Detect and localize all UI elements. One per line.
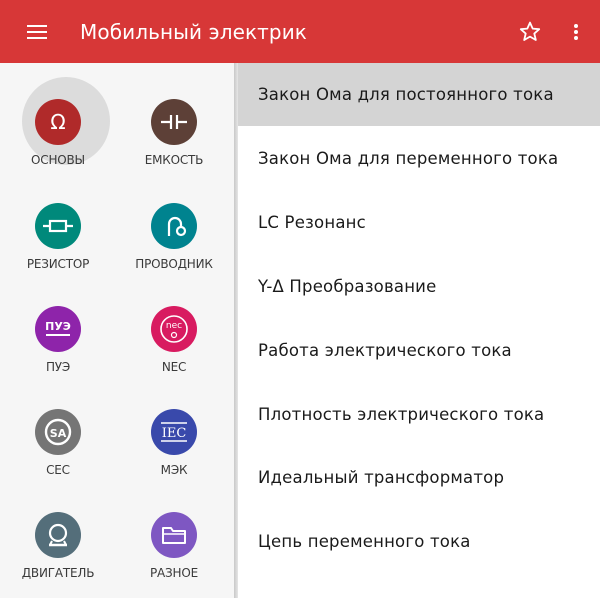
category-label: ЕМКОСТЬ (144, 153, 204, 167)
topic-item[interactable]: Y-Δ Преобразование (238, 255, 600, 318)
category-dvigatel[interactable]: ДВИГАТЕЛЬ (8, 486, 108, 586)
category-pue[interactable]: ПУЭ ПУЭ (8, 280, 108, 380)
conductor-icon (151, 203, 197, 249)
topic-item[interactable]: Работа электрического тока (238, 319, 600, 382)
category-label: ОСНОВЫ (31, 153, 85, 167)
topic-item[interactable]: Закон Ома для постоянного тока (238, 63, 600, 126)
category-label: РЕЗИСТОР (26, 257, 90, 271)
category-label: МЭК (160, 463, 188, 477)
category-label: РАЗНОЕ (150, 566, 198, 580)
category-label: NEC (161, 360, 187, 374)
app-bar: Мобильный электрик (0, 0, 600, 63)
capacitor-icon (151, 99, 197, 145)
category-cec[interactable]: SA CEC (8, 383, 108, 483)
category-mek[interactable]: IEC МЭК (124, 383, 224, 483)
iec-icon: IEC (151, 409, 197, 455)
topic-item[interactable]: Цепь переменного тока (238, 510, 600, 573)
category-label: ПУЭ (45, 360, 71, 374)
more-vert-icon (574, 23, 578, 40)
category-rezistor[interactable]: РЕЗИСТОР (8, 177, 108, 277)
svg-text:nec: nec (166, 321, 182, 331)
svg-text:ПУЭ: ПУЭ (45, 320, 71, 333)
csa-icon: SA (35, 409, 81, 455)
category-provodnik[interactable]: ПРОВОДНИК (124, 177, 224, 277)
folder-icon (151, 512, 197, 558)
omega-icon: Ω (35, 99, 81, 145)
category-label: ДВИГАТЕЛЬ (21, 566, 95, 580)
app-title: Мобильный электрик (80, 19, 307, 44)
category-label: ПРОВОДНИК (135, 257, 213, 271)
topic-item[interactable]: Закон Ома для переменного тока (238, 127, 600, 190)
topic-list: Закон Ома для постоянного тока Закон Ома… (238, 63, 600, 598)
overflow-menu-button[interactable] (552, 0, 600, 63)
hamburger-icon (27, 24, 47, 39)
svg-text:IEC: IEC (162, 426, 187, 441)
star-icon (519, 21, 541, 41)
category-label: CEC (46, 463, 70, 477)
topic-item[interactable]: LC Резонанс (238, 191, 600, 254)
nec-icon: nec (151, 306, 197, 352)
svg-text:SA: SA (50, 427, 67, 440)
category-sidebar: Ω ОСНОВЫ ЕМКОСТЬ РЕЗИСТОР ПРОВОДНИК ПУЭ … (0, 63, 234, 598)
category-osnovy[interactable]: Ω ОСНОВЫ (8, 73, 110, 173)
topic-item[interactable]: Идеальный трансформатор (238, 446, 600, 509)
category-raznoe[interactable]: РАЗНОЕ (124, 486, 224, 586)
motor-icon (35, 512, 81, 558)
favorite-button[interactable] (508, 0, 552, 63)
menu-button[interactable] (0, 0, 74, 63)
category-emkost[interactable]: ЕМКОСТЬ (124, 73, 224, 173)
category-nec[interactable]: nec NEC (124, 280, 224, 380)
pue-icon: ПУЭ (35, 306, 81, 352)
svg-text:Ω: Ω (50, 110, 65, 134)
resistor-icon (35, 203, 81, 249)
topic-item[interactable]: Плотность электрического тока (238, 383, 600, 446)
